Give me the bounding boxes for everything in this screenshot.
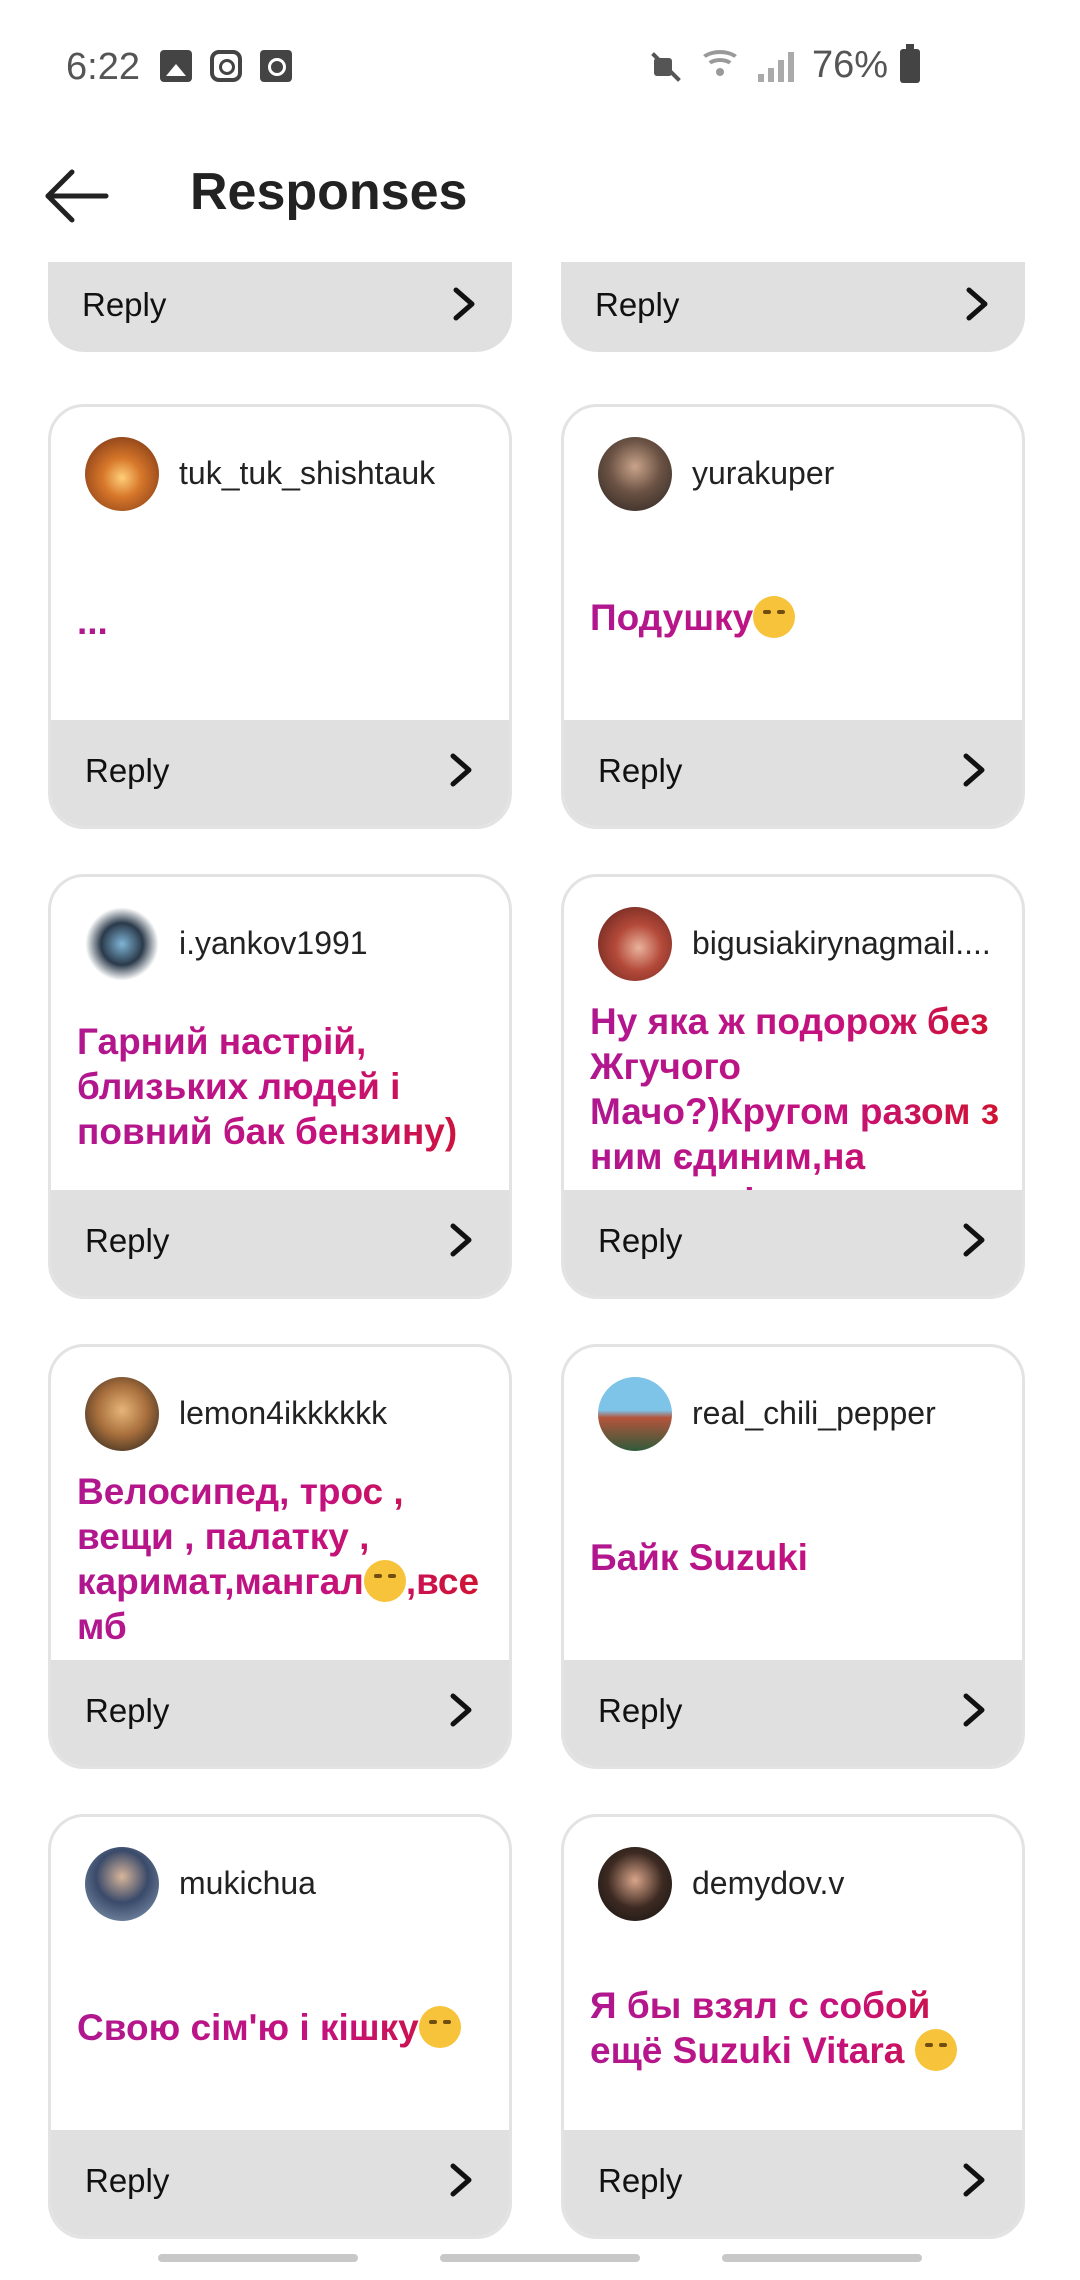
chevron-right-icon <box>443 750 479 790</box>
chevron-right-icon <box>443 2160 479 2200</box>
response-text-content: Я бы взял с собой ещё Suzuki Vitara <box>590 1985 931 2071</box>
response-text-content: Подушку <box>590 597 754 638</box>
reply-label: Reply <box>598 1222 683 1259</box>
battery-icon <box>900 43 920 83</box>
reply-label: Reply <box>85 1692 170 1729</box>
grinning-sweat-icon <box>363 1560 406 1602</box>
clock-icon <box>260 50 292 82</box>
reply-button[interactable]: Reply <box>51 1190 509 1296</box>
reply-button[interactable]: Reply <box>561 262 1025 352</box>
gallery-icon <box>160 50 192 82</box>
avatar[interactable] <box>85 1377 159 1451</box>
signal-icon <box>757 50 794 82</box>
response-card: real_chili_pepper Байк Suzuki Reply <box>561 1344 1025 1769</box>
response-text: ... <box>77 599 489 644</box>
relieved-face-icon <box>418 2006 461 2048</box>
username[interactable]: i.yankov1991 <box>179 925 368 962</box>
reply-button[interactable]: Reply <box>51 2130 509 2236</box>
response-text-content: Свою сім'ю і кішку <box>77 2007 419 2048</box>
page-title: Responses <box>190 163 468 221</box>
avatar[interactable] <box>598 437 672 511</box>
chevron-right-icon <box>446 284 482 324</box>
username[interactable]: real_chili_pepper <box>692 1395 936 1432</box>
reply-button[interactable]: Reply <box>51 720 509 826</box>
response-text-content: Велосипед, трос , вещи , палатку , карим… <box>77 1471 404 1602</box>
response-text: Подушку <box>590 595 1002 640</box>
scroll-indicator <box>158 2254 358 2262</box>
back-button[interactable] <box>40 166 112 226</box>
chevron-right-icon <box>956 1690 992 1730</box>
chevron-right-icon <box>956 750 992 790</box>
avatar[interactable] <box>85 907 159 981</box>
notification-icons <box>160 50 292 82</box>
response-text: Гарний настрій, близьких людей і повний … <box>77 1019 489 1154</box>
avatar[interactable] <box>598 1377 672 1451</box>
reply-button[interactable]: Reply <box>564 720 1022 826</box>
chevron-right-icon <box>956 1220 992 1260</box>
username[interactable]: yurakuper <box>692 455 834 492</box>
username[interactable]: mukichua <box>179 1865 316 1902</box>
response-card: demydov.v Я бы взял с собой ещё Suzuki V… <box>561 1814 1025 2239</box>
arrow-left-icon <box>45 169 109 223</box>
instagram-icon <box>210 50 242 82</box>
app-header: Responses <box>0 140 1080 260</box>
status-time: 6:22 <box>66 46 140 88</box>
response-text: Я бы взял с собой ещё Suzuki Vitara <box>590 1983 1002 2073</box>
avatar[interactable] <box>598 1847 672 1921</box>
reply-label: Reply <box>598 2162 683 2199</box>
reply-label: Reply <box>85 752 170 789</box>
response-card: tuk_tuk_shishtauk ... Reply <box>48 404 512 829</box>
reply-label: Reply <box>82 286 167 323</box>
response-card: yurakuper Подушку Reply <box>561 404 1025 829</box>
reply-label: Reply <box>598 1692 683 1729</box>
username[interactable]: demydov.v <box>692 1865 844 1902</box>
mute-icon <box>650 50 682 82</box>
response-card: bigusiakirynagmail.... Ну яка ж подорож … <box>561 874 1025 1299</box>
chevron-right-icon <box>959 284 995 324</box>
reply-button[interactable]: Reply <box>51 1660 509 1766</box>
scroll-indicator <box>440 2254 640 2262</box>
username[interactable]: lemon4ikkkkkk <box>179 1395 387 1432</box>
avatar[interactable] <box>85 437 159 511</box>
username[interactable]: tuk_tuk_shishtauk <box>179 455 435 492</box>
response-card: lemon4ikkkkkk Велосипед, трос , вещи , п… <box>48 1344 512 1769</box>
battery-percent: 76% <box>811 44 888 86</box>
chevron-right-icon <box>443 1690 479 1730</box>
sleeping-face-icon <box>753 596 796 638</box>
system-icons: 76% <box>650 43 920 87</box>
wifi-icon <box>697 49 742 82</box>
chevron-right-icon <box>443 1220 479 1260</box>
username[interactable]: bigusiakirynagmail.... <box>692 925 991 962</box>
response-text: Байк Suzuki <box>590 1535 1002 1580</box>
reply-label: Reply <box>85 2162 170 2199</box>
reply-button[interactable]: Reply <box>564 1190 1022 1296</box>
response-text: Свою сім'ю і кішку <box>77 2005 489 2050</box>
response-card: i.yankov1991 Гарний настрій, близьких лю… <box>48 874 512 1299</box>
response-card: mukichua Свою сім'ю і кішку Reply <box>48 1814 512 2239</box>
scroll-indicator <box>722 2254 922 2262</box>
avatar[interactable] <box>598 907 672 981</box>
reply-label: Reply <box>595 286 680 323</box>
grinning-squint-icon <box>914 2029 957 2071</box>
chevron-right-icon <box>956 2160 992 2200</box>
reply-button[interactable]: Reply <box>564 1660 1022 1766</box>
response-text: Велосипед, трос , вещи , палатку , карим… <box>77 1469 489 1649</box>
reply-label: Reply <box>85 1222 170 1259</box>
status-bar: 6:22 76% <box>0 0 1080 140</box>
reply-button[interactable]: Reply <box>564 2130 1022 2236</box>
avatar[interactable] <box>85 1847 159 1921</box>
reply-label: Reply <box>598 752 683 789</box>
reply-button[interactable]: Reply <box>48 262 512 352</box>
